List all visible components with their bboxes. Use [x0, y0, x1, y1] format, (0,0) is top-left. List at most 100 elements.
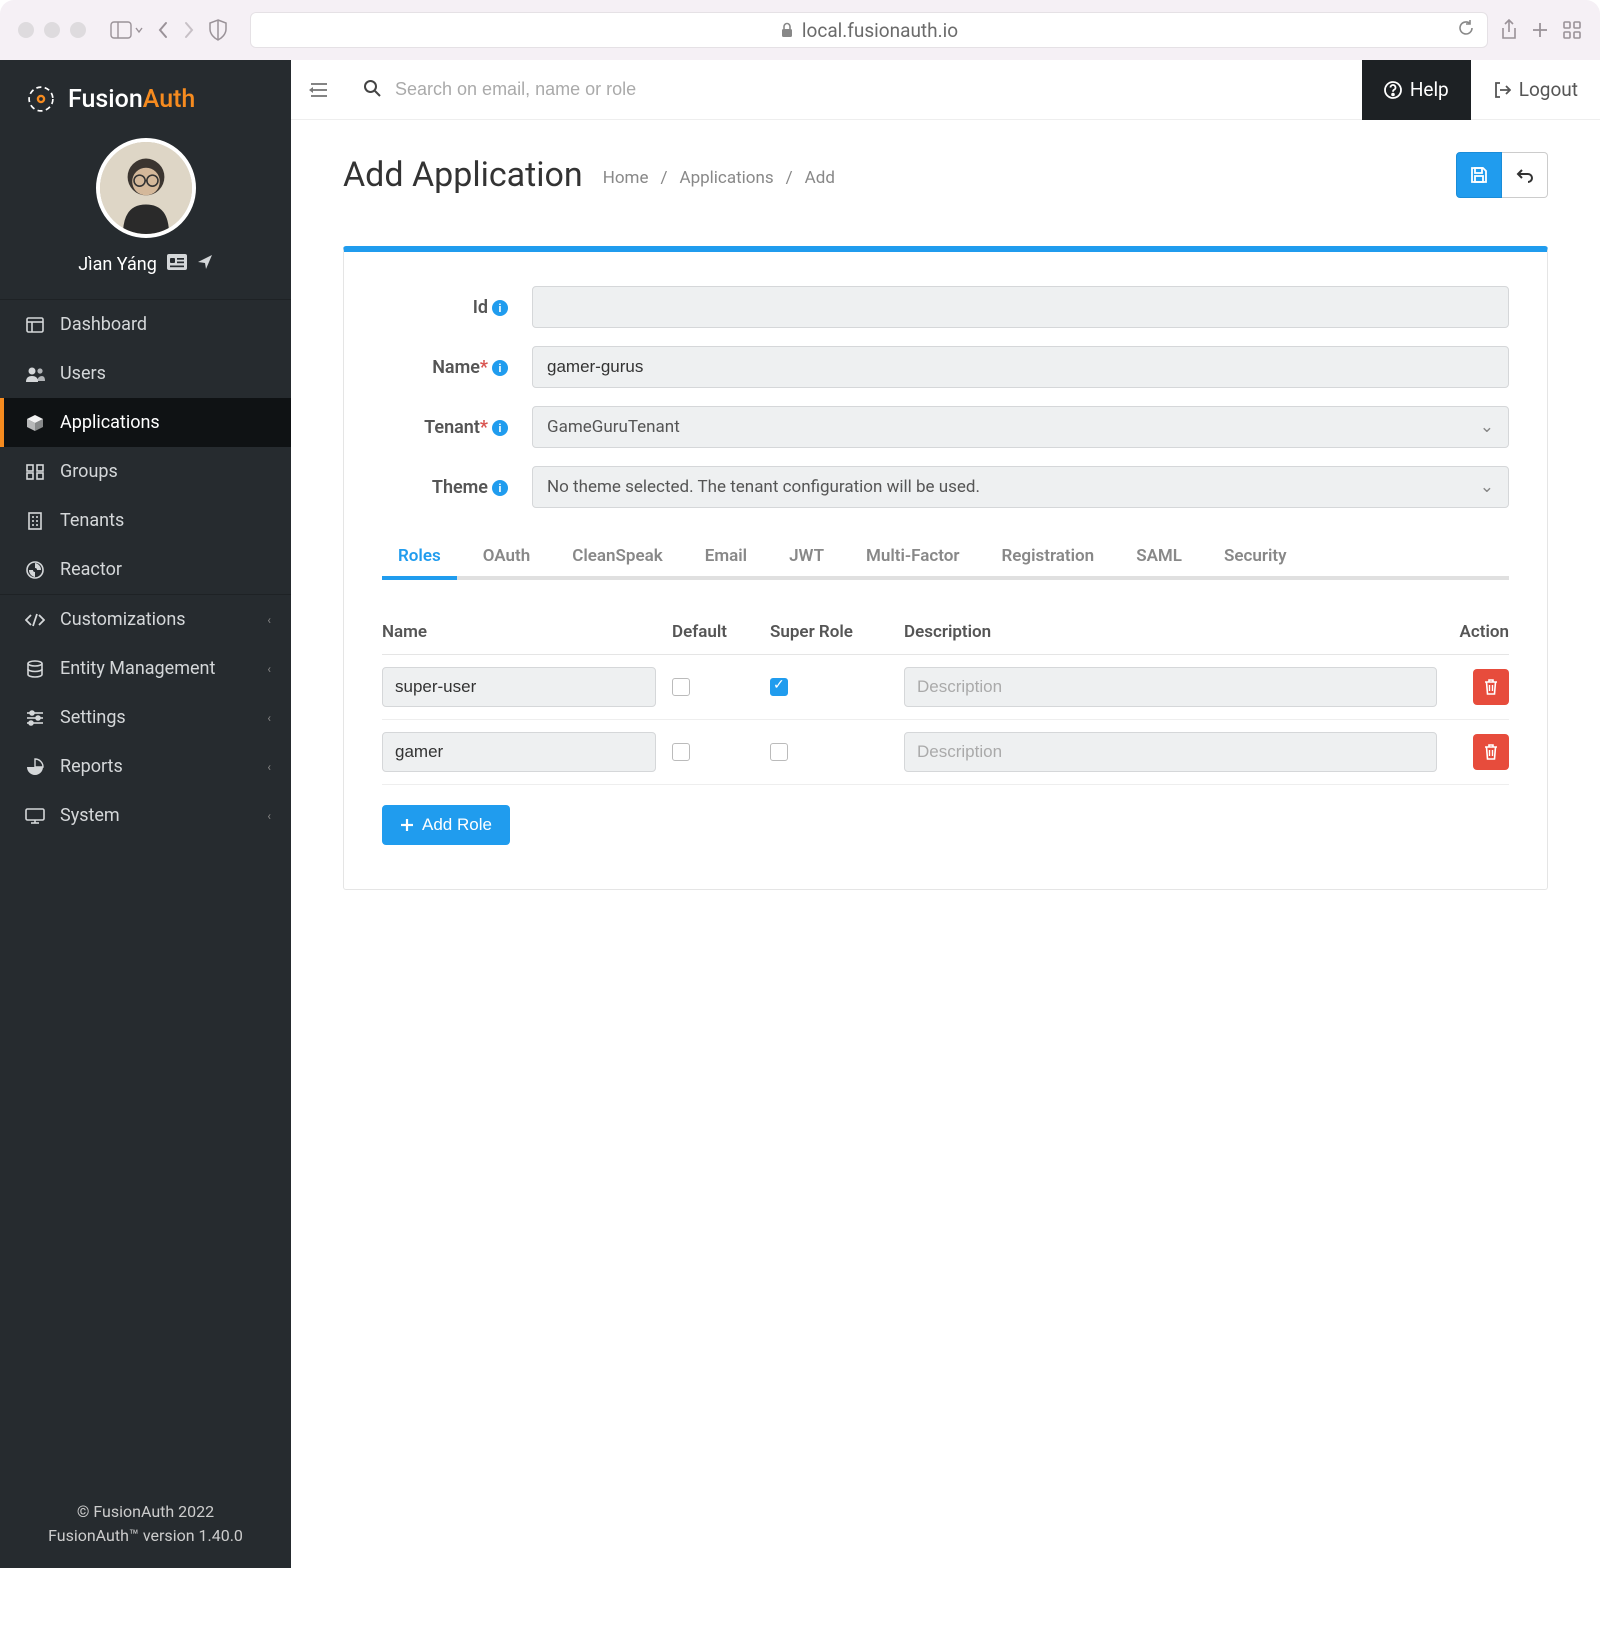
tracking-shield-icon[interactable] [208, 19, 228, 41]
info-icon[interactable]: i [492, 300, 508, 316]
breadcrumb-applications[interactable]: Applications [679, 168, 773, 188]
nav: Dashboard Users Applications Groups Tena… [0, 300, 291, 1486]
sidebar-item-label: Reports [60, 756, 123, 777]
chevron-left-icon: ‹ [267, 613, 271, 627]
page-title: Add Application [343, 155, 583, 195]
tab-cleanspeak[interactable]: CleanSpeak [556, 536, 679, 580]
tab-multifactor[interactable]: Multi-Factor [850, 536, 975, 580]
tab-email[interactable]: Email [689, 536, 763, 580]
chevron-left-icon: ‹ [267, 809, 271, 823]
sidebar-item-tenants[interactable]: Tenants [0, 496, 291, 545]
sidebar-item-reports[interactable]: Reports ‹ [0, 742, 291, 791]
database-icon [24, 660, 46, 678]
new-tab-icon[interactable] [1530, 20, 1550, 40]
vcard-icon[interactable] [167, 254, 187, 275]
roles-table: Name Default Super Role Description Acti… [382, 610, 1509, 785]
tab-oauth[interactable]: OAuth [467, 536, 547, 580]
desktop-icon [24, 808, 46, 824]
sidebar-item-settings[interactable]: Settings ‹ [0, 693, 291, 742]
menu-toggle-icon[interactable] [291, 60, 347, 120]
brand-logo[interactable]: FusionAuth [0, 60, 291, 130]
main: Help Logout Add Application Home/ Applic… [291, 60, 1600, 1568]
sidebar-item-label: System [60, 805, 120, 826]
back-button[interactable] [1502, 152, 1548, 198]
svg-text:i: i [499, 362, 502, 375]
default-checkbox[interactable] [672, 678, 690, 696]
back-icon[interactable] [156, 20, 170, 40]
building-icon [24, 512, 46, 530]
tab-roles[interactable]: Roles [382, 536, 457, 580]
tab-security[interactable]: Security [1208, 536, 1303, 580]
browser-toolbar: local.fusionauth.io [0, 0, 1600, 60]
sidebar: FusionAuth Jìan Yáng [0, 60, 291, 1568]
id-label: Idi [382, 297, 508, 318]
sidebar-item-label: Reactor [60, 559, 122, 580]
tabs-overview-icon[interactable] [1562, 20, 1582, 40]
sidebar-item-entity-management[interactable]: Entity Management ‹ [0, 644, 291, 693]
breadcrumb-home[interactable]: Home [603, 168, 649, 188]
super-role-checkbox[interactable] [770, 743, 788, 761]
default-checkbox[interactable] [672, 743, 690, 761]
search-input[interactable] [395, 79, 1346, 100]
chevron-down-icon: ⌄ [1480, 477, 1494, 497]
sidebar-item-label: Settings [60, 707, 126, 728]
sidebar-item-reactor[interactable]: Reactor [0, 545, 291, 594]
maximize-dot[interactable] [70, 22, 86, 38]
info-icon[interactable]: i [492, 360, 508, 376]
col-header-super: Super Role [770, 622, 904, 642]
tab-saml[interactable]: SAML [1120, 536, 1198, 580]
window-controls [18, 22, 86, 38]
sidebar-item-groups[interactable]: Groups [0, 447, 291, 496]
sidebar-item-customizations[interactable]: Customizations ‹ [0, 595, 291, 644]
sidebar-toggle-icon[interactable] [110, 21, 144, 39]
close-dot[interactable] [18, 22, 34, 38]
sidebar-item-users[interactable]: Users [0, 349, 291, 398]
sidebar-item-system[interactable]: System ‹ [0, 791, 291, 840]
add-role-button[interactable]: Add Role [382, 805, 510, 845]
sidebar-item-applications[interactable]: Applications [0, 398, 291, 447]
chevron-left-icon: ‹ [267, 760, 271, 774]
fusionauth-icon [24, 82, 58, 116]
role-name-input[interactable] [382, 667, 656, 707]
logout-icon [1493, 81, 1511, 99]
breadcrumb-current: Add [805, 168, 835, 188]
avatar[interactable] [96, 138, 196, 238]
refresh-icon[interactable] [1457, 19, 1475, 42]
logout-button[interactable]: Logout [1471, 60, 1600, 120]
url-text: local.fusionauth.io [802, 19, 958, 42]
role-name-input[interactable] [382, 732, 656, 772]
topbar: Help Logout [291, 60, 1600, 120]
name-input[interactable] [532, 346, 1509, 388]
tenant-select[interactable]: GameGuruTenant ⌄ [532, 406, 1509, 448]
forward-icon[interactable] [182, 20, 196, 40]
tab-jwt[interactable]: JWT [773, 536, 840, 580]
save-button[interactable] [1456, 152, 1502, 198]
trash-icon [1484, 679, 1498, 695]
role-description-input[interactable] [904, 732, 1437, 772]
tab-registration[interactable]: Registration [985, 536, 1110, 580]
delete-role-button[interactable] [1473, 669, 1509, 705]
search-icon [363, 79, 381, 101]
name-label: Name*i [382, 357, 508, 378]
help-icon [1384, 81, 1402, 99]
sidebar-item-label: Entity Management [60, 658, 215, 679]
super-role-checkbox[interactable] [770, 678, 788, 696]
info-icon[interactable]: i [492, 420, 508, 436]
col-header-default: Default [672, 622, 770, 642]
form-card: Idi Name*i Tenant*i GameGuruTenant ⌄ [343, 246, 1548, 890]
delete-role-button[interactable] [1473, 734, 1509, 770]
location-arrow-icon[interactable] [197, 254, 213, 275]
svg-text:i: i [499, 422, 502, 435]
table-row [382, 655, 1509, 720]
minimize-dot[interactable] [44, 22, 60, 38]
id-input[interactable] [532, 286, 1509, 328]
sidebar-item-label: Tenants [60, 510, 124, 531]
sidebar-item-dashboard[interactable]: Dashboard [0, 300, 291, 349]
role-description-input[interactable] [904, 667, 1437, 707]
help-button[interactable]: Help [1362, 60, 1471, 120]
info-icon[interactable]: i [492, 480, 508, 496]
chevron-down-icon: ⌄ [1480, 417, 1494, 437]
share-icon[interactable] [1500, 19, 1518, 41]
theme-select[interactable]: No theme selected. The tenant configurat… [532, 466, 1509, 508]
address-bar[interactable]: local.fusionauth.io [250, 12, 1488, 48]
